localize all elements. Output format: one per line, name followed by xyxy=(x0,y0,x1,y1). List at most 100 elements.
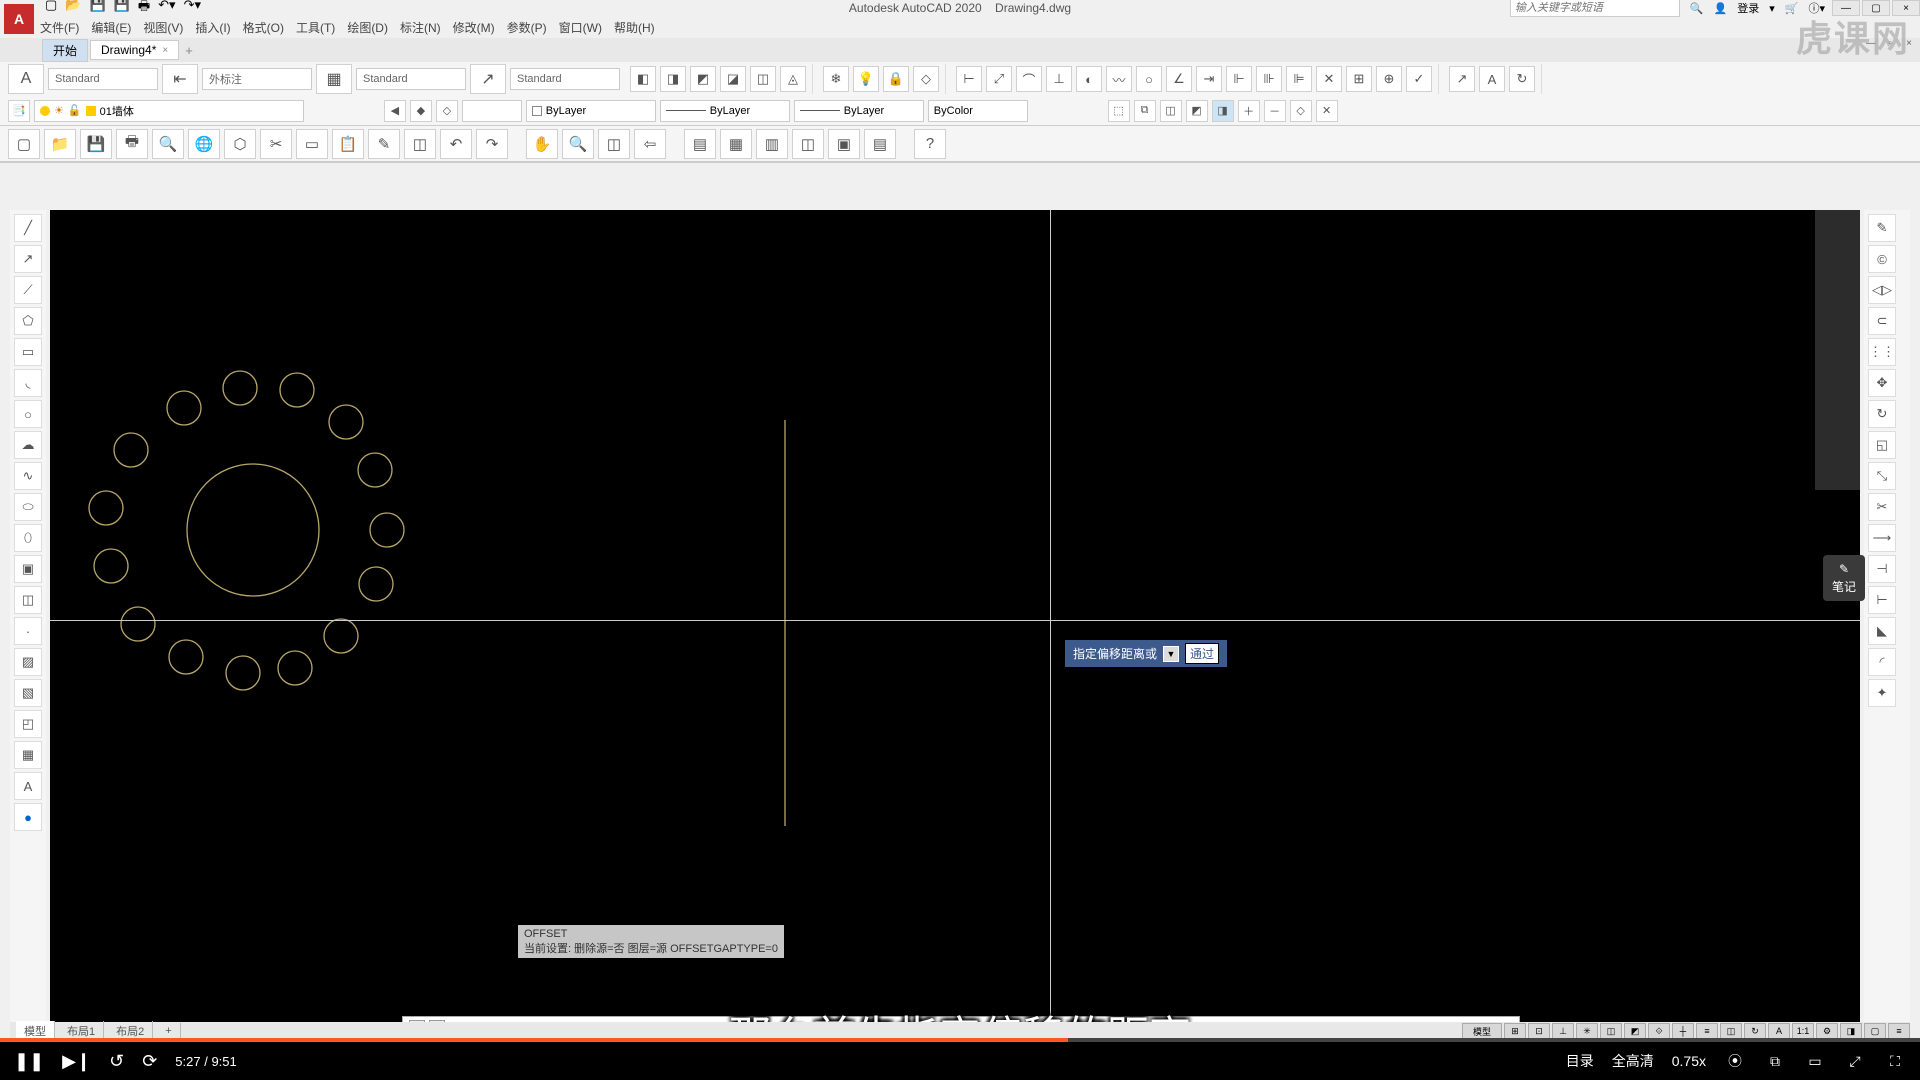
menu-button[interactable]: 目录 xyxy=(1566,1051,1594,1071)
dim-inspect-icon[interactable]: ✓ xyxy=(1406,66,1432,92)
dim-baseline-icon[interactable]: ⊩ xyxy=(1226,66,1252,92)
linetype-select[interactable]: ByLayer xyxy=(660,100,790,122)
match-prop-icon[interactable]: ✎ xyxy=(368,129,400,159)
dim-style-select[interactable]: 外标注 xyxy=(202,68,312,90)
dim-update-icon[interactable]: ↗ xyxy=(1449,66,1475,92)
sb-workspace-icon[interactable]: ◨ xyxy=(1840,1023,1862,1039)
loop-button[interactable]: ⟳ xyxy=(142,1051,157,1072)
sb-model[interactable]: 模型 xyxy=(1462,1023,1502,1039)
zoom-window-icon[interactable]: ◫ xyxy=(598,129,630,159)
mtext-tool-icon[interactable]: A xyxy=(14,772,42,800)
tab-drawing4[interactable]: Drawing4* × xyxy=(90,40,179,60)
layer-btn-2[interactable]: ◨ xyxy=(660,66,686,92)
dim-txt-icon[interactable]: A xyxy=(1479,66,1505,92)
rect-tool-icon[interactable]: ▭ xyxy=(14,338,42,366)
cut-icon[interactable]: ✂ xyxy=(260,129,292,159)
pan-icon[interactable]: ✋ xyxy=(526,129,558,159)
layer-btn-3[interactable]: ◩ xyxy=(690,66,716,92)
dyninput-dropdown-icon[interactable]: ▼ xyxy=(1163,646,1179,662)
zoom-center-icon[interactable]: ◩ xyxy=(1186,100,1208,122)
drawing-viewport[interactable]: 指定偏移距离或 ▼ 通过 OFFSET 当前设置: 删除源=否 图层=源 OFF… xyxy=(50,210,1860,1025)
add-selected-icon[interactable]: ● xyxy=(14,803,42,831)
menu-format[interactable]: 格式(O) xyxy=(243,19,284,36)
zoom-scale-icon[interactable]: ◫ xyxy=(1160,100,1182,122)
menu-help[interactable]: 帮助(H) xyxy=(614,19,655,36)
next-button[interactable]: ▶❙ xyxy=(62,1051,91,1072)
table-style-select[interactable]: Standard xyxy=(356,68,466,90)
dim-quick-icon[interactable]: ⇥ xyxy=(1196,66,1222,92)
layer-select[interactable]: ☀ 🔓 01墙体 xyxy=(34,100,304,122)
dim-ordinate-icon[interactable]: ⊥ xyxy=(1046,66,1072,92)
dim-radius-icon[interactable]: ◐ xyxy=(1076,66,1102,92)
menu-draw[interactable]: 绘图(D) xyxy=(347,19,388,36)
dim-diameter-icon[interactable]: ○ xyxy=(1136,66,1162,92)
region-tool-icon[interactable]: ◰ xyxy=(14,710,42,738)
block-btn-1[interactable]: ❄ xyxy=(823,66,849,92)
rewind-button[interactable]: ↺ xyxy=(109,1051,124,1072)
redo-icon[interactable]: ↷ xyxy=(476,129,508,159)
publish-icon[interactable]: 🌐 xyxy=(188,129,220,159)
sb-gear-icon[interactable]: ⚙ xyxy=(1816,1023,1838,1039)
sb-annoscale-icon[interactable]: 1:1 xyxy=(1792,1023,1814,1039)
dim-jog-icon[interactable]: 〰 xyxy=(1106,66,1132,92)
dim-arc-icon[interactable]: ⌒ xyxy=(1016,66,1042,92)
tab-start[interactable]: 开始 xyxy=(42,39,88,62)
block-editor-icon[interactable]: ◫ xyxy=(404,129,436,159)
spline-tool-icon[interactable]: ∿ xyxy=(14,462,42,490)
open-icon[interactable]: 📁 xyxy=(44,129,76,159)
ellipse-tool-icon[interactable]: ⬭ xyxy=(14,493,42,521)
menu-window[interactable]: 窗口(W) xyxy=(559,19,602,36)
plot-icon[interactable]: 🖶 xyxy=(116,129,148,159)
dim-linear-icon[interactable]: ⊢ xyxy=(956,66,982,92)
quality-select[interactable]: 全高清 xyxy=(1612,1051,1654,1071)
help-search-input[interactable] xyxy=(1510,0,1680,17)
sb-transp-icon[interactable]: ◫ xyxy=(1720,1023,1742,1039)
dim-style-icon[interactable]: ⇤ xyxy=(162,64,198,94)
sb-grid-icon[interactable]: ⊞ xyxy=(1504,1023,1526,1039)
viewcube-panel[interactable] xyxy=(1815,210,1860,490)
dim-space-icon[interactable]: ⊫ xyxy=(1286,66,1312,92)
dim-tolerance-icon[interactable]: ⊞ xyxy=(1346,66,1372,92)
sb-ortho-icon[interactable]: ⊥ xyxy=(1552,1023,1574,1039)
wide-icon[interactable]: ⤢ xyxy=(1844,1050,1866,1072)
qa-open-icon[interactable]: 📂 xyxy=(65,0,81,19)
dim-continue-icon[interactable]: ⊪ xyxy=(1256,66,1282,92)
dim-center-icon[interactable]: ⊕ xyxy=(1376,66,1402,92)
layer-state-icon[interactable]: ◆ xyxy=(410,100,432,122)
menu-insert[interactable]: 插入(I) xyxy=(195,19,230,36)
revcloud-tool-icon[interactable]: ☁ xyxy=(14,431,42,459)
zoom-in-icon[interactable]: ＋ xyxy=(1238,100,1260,122)
help-icon-2[interactable]: ? xyxy=(914,129,946,159)
sb-polar-icon[interactable]: ✳ xyxy=(1576,1023,1598,1039)
qa-saveas-icon[interactable]: 💾 xyxy=(114,0,130,19)
user-icon[interactable]: 👤 xyxy=(1714,2,1728,15)
make-block-tool-icon[interactable]: ◫ xyxy=(14,586,42,614)
app-exchange-icon[interactable]: ▾ xyxy=(1769,2,1775,15)
sb-osnap-icon[interactable]: ◫ xyxy=(1600,1023,1622,1039)
menu-dimension[interactable]: 标注(N) xyxy=(400,19,441,36)
qa-save-icon[interactable]: 💾 xyxy=(89,0,105,19)
theater-icon[interactable]: ▭ xyxy=(1804,1050,1826,1072)
dim-angular-icon[interactable]: ∠ xyxy=(1166,66,1192,92)
zoom-rt-icon[interactable]: 🔍 xyxy=(562,129,594,159)
zoom-obj-icon[interactable]: ◨ xyxy=(1212,100,1234,122)
break-tool-icon[interactable]: ⊣ xyxy=(1868,555,1896,583)
tab-close-icon[interactable]: × xyxy=(162,45,168,56)
hatch-tool-icon[interactable]: ▨ xyxy=(14,648,42,676)
block-btn-2[interactable]: 💡 xyxy=(853,66,879,92)
sheet-set-icon[interactable]: ◫ xyxy=(792,129,824,159)
layer-iso-icon[interactable]: ◇ xyxy=(436,100,458,122)
tab-add-layout[interactable]: + xyxy=(157,1023,180,1039)
sb-cycling-icon[interactable]: ↻ xyxy=(1744,1023,1766,1039)
menu-file[interactable]: 文件(F) xyxy=(40,19,79,36)
array-tool-icon[interactable]: ⋮⋮ xyxy=(1868,338,1896,366)
block-btn-3[interactable]: 🔒 xyxy=(883,66,909,92)
linecolor-select[interactable]: ByLayer xyxy=(526,100,656,122)
insert-tool-icon[interactable]: ▣ xyxy=(14,555,42,583)
dim-break-icon[interactable]: ✕ xyxy=(1316,66,1342,92)
layer-btn-4[interactable]: ◪ xyxy=(720,66,746,92)
mleader-style-icon[interactable]: ↗ xyxy=(470,64,506,94)
fullscreen-icon[interactable]: ⛶ xyxy=(1884,1050,1906,1072)
pause-button[interactable]: ❚❚ xyxy=(14,1051,44,1072)
dyninput-option[interactable]: 通过 xyxy=(1185,643,1219,664)
